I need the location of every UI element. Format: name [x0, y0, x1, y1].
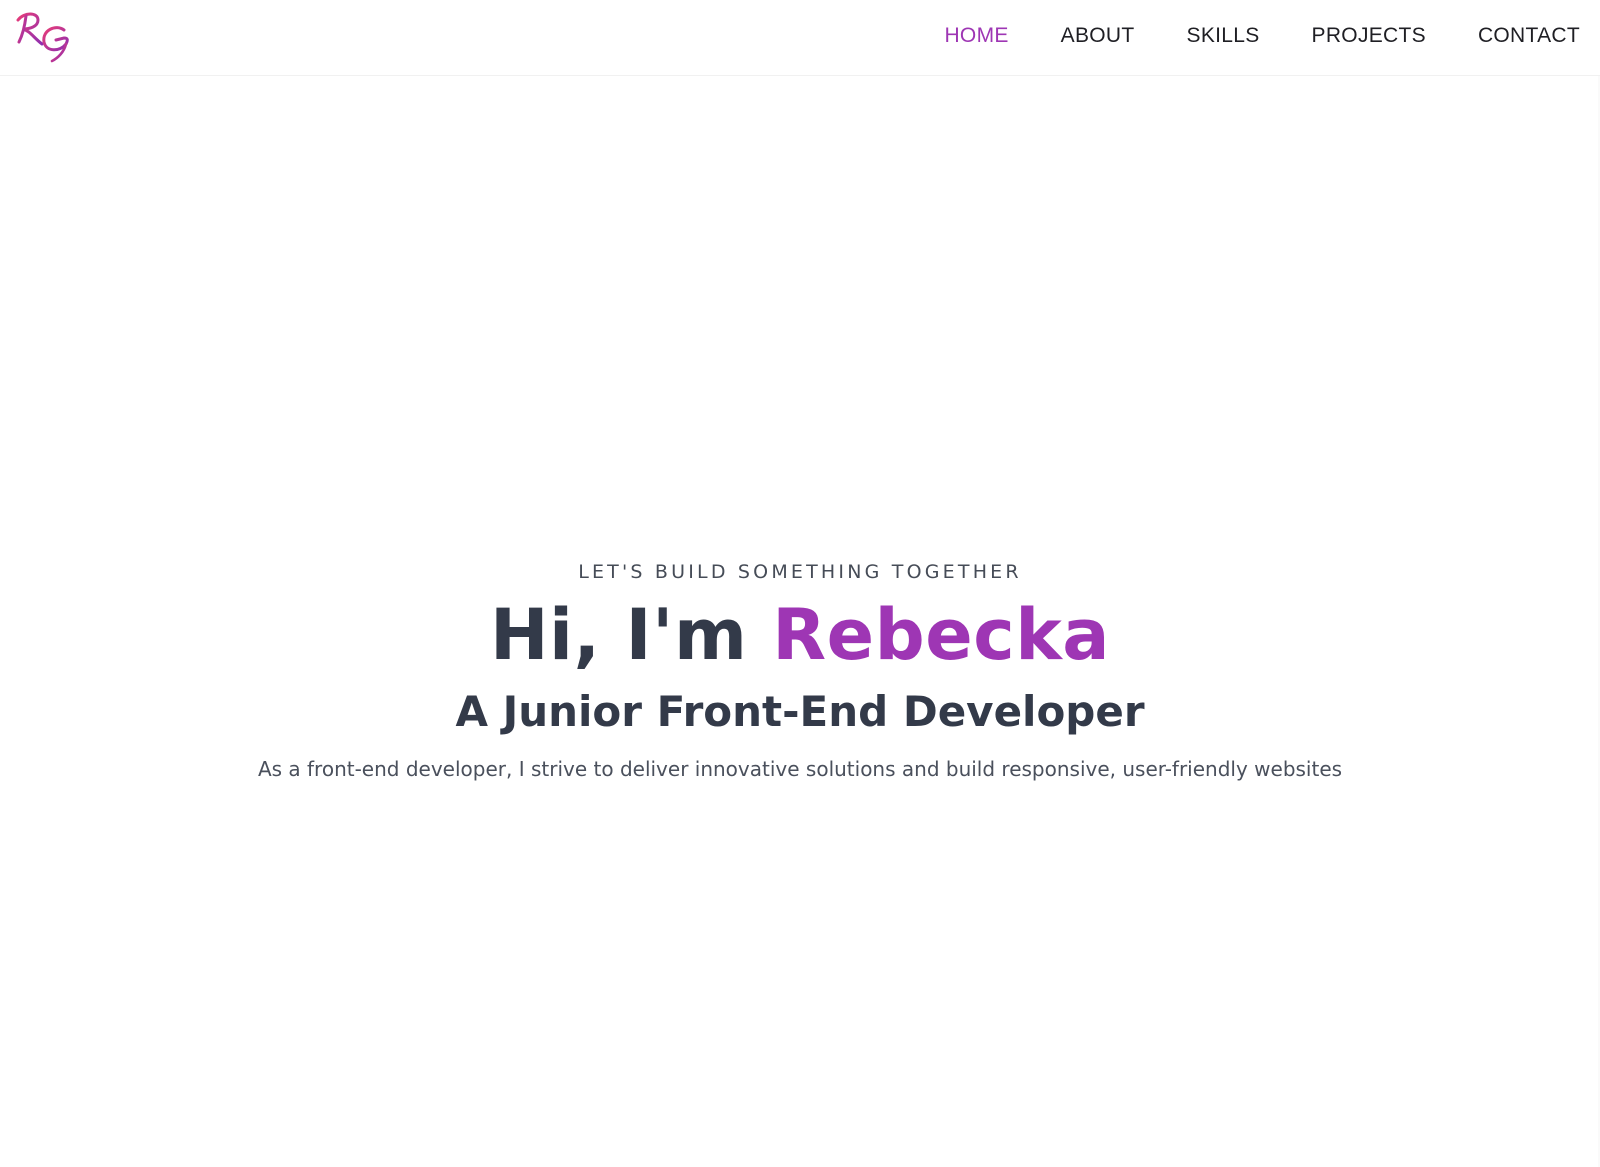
hero-eyebrow: LET'S BUILD SOMETHING TOGETHER [578, 561, 1022, 583]
hero-greeting: Hi, I'm [489, 593, 773, 676]
nav-home[interactable]: HOME [944, 25, 1008, 46]
rg-logo[interactable] [12, 8, 78, 66]
nav-projects[interactable]: PROJECTS [1312, 25, 1426, 46]
main-nav: HOME ABOUT SKILLS PROJECTS CONTACT [944, 0, 1580, 70]
nav-contact[interactable]: CONTACT [1478, 25, 1580, 46]
hero-tagline: As a front-end developer, I strive to de… [257, 757, 1343, 782]
hero-section: LET'S BUILD SOMETHING TOGETHER Hi, I'm R… [0, 560, 1600, 782]
hero-role: A Junior Front-End Developer [455, 687, 1145, 737]
hero-name: Rebecka [772, 593, 1111, 676]
navbar: HOME ABOUT SKILLS PROJECTS CONTACT [0, 0, 1600, 76]
page: HOME ABOUT SKILLS PROJECTS CONTACT LET'S… [0, 0, 1600, 1167]
nav-skills[interactable]: SKILLS [1187, 25, 1260, 46]
hero-headline: Hi, I'm Rebecka [0, 598, 1600, 673]
nav-about[interactable]: ABOUT [1061, 25, 1135, 46]
